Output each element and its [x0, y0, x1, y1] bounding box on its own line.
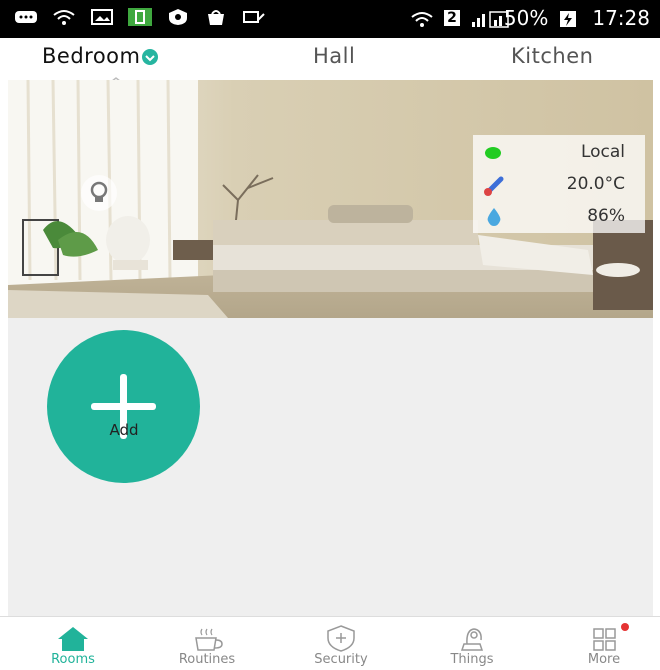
nav-routines-label: Routines [178, 652, 236, 667]
wifi-icon [52, 8, 76, 26]
tab-kitchen[interactable]: Kitchen [511, 44, 593, 68]
humidity-value: 86% [587, 206, 625, 226]
temperature-value: 20.0°C [566, 174, 625, 194]
connection-row: Local [473, 137, 645, 169]
shield-icon [323, 624, 359, 652]
clock: 17:28 [592, 6, 650, 30]
status-notifications [14, 8, 266, 26]
bag-icon [204, 8, 228, 26]
humidity-drop-icon [485, 207, 503, 231]
cell-signal-icon [470, 9, 509, 28]
connection-mode: Local [580, 142, 625, 162]
room-tabs: Bedroom Hall Kitchen [0, 38, 660, 80]
vpn-icon [166, 8, 190, 26]
nav-things[interactable]: Things [417, 617, 527, 670]
sensor-panel: Local 20.0°C 86% [473, 135, 645, 233]
light-bulb-icon[interactable] [81, 175, 117, 211]
missed-call-icon [242, 8, 266, 26]
cup-icon [189, 624, 225, 652]
thermometer-icon [483, 175, 505, 201]
status-system: 2 50% 17:28 [410, 6, 650, 30]
image-icon [90, 8, 114, 26]
grid-icon [586, 624, 622, 652]
battery-charging-icon [558, 9, 582, 27]
tab-bedroom-label: Bedroom [42, 44, 141, 68]
nav-rooms[interactable]: Rooms [18, 617, 128, 670]
tab-hall-label: Hall [313, 44, 356, 68]
add-device-button[interactable] [47, 330, 200, 483]
battery-percent: 50% [503, 6, 549, 30]
temperature-row: 20.0°C [473, 169, 645, 201]
add-label: Add [109, 421, 139, 439]
home-icon [55, 624, 91, 652]
nav-more[interactable]: More [549, 617, 659, 670]
tab-hall[interactable]: Hall [313, 44, 355, 68]
wifi-signal-icon [410, 9, 434, 27]
status-bar: 2 50% 17:28 [0, 0, 660, 38]
humidity-row: 86% [473, 201, 645, 233]
sim-slot-badge: 2 [444, 10, 460, 26]
nav-more-label: More [587, 652, 621, 667]
check-icon [142, 49, 159, 65]
status-dot-icon [485, 147, 501, 159]
vibrate-icon [128, 8, 152, 26]
nav-security[interactable]: Security [286, 617, 396, 670]
nav-security-label: Security [314, 652, 368, 667]
message-icon [14, 8, 38, 26]
nav-things-label: Things [450, 652, 494, 667]
tab-kitchen-label: Kitchen [511, 44, 594, 68]
nav-routines[interactable]: Routines [152, 617, 262, 670]
nav-rooms-label: Rooms [51, 652, 95, 667]
bottom-nav: Rooms Routines Security Things More [0, 616, 660, 670]
notification-badge [621, 623, 629, 631]
tab-bedroom[interactable]: Bedroom [42, 44, 159, 68]
device-icon [454, 624, 490, 652]
